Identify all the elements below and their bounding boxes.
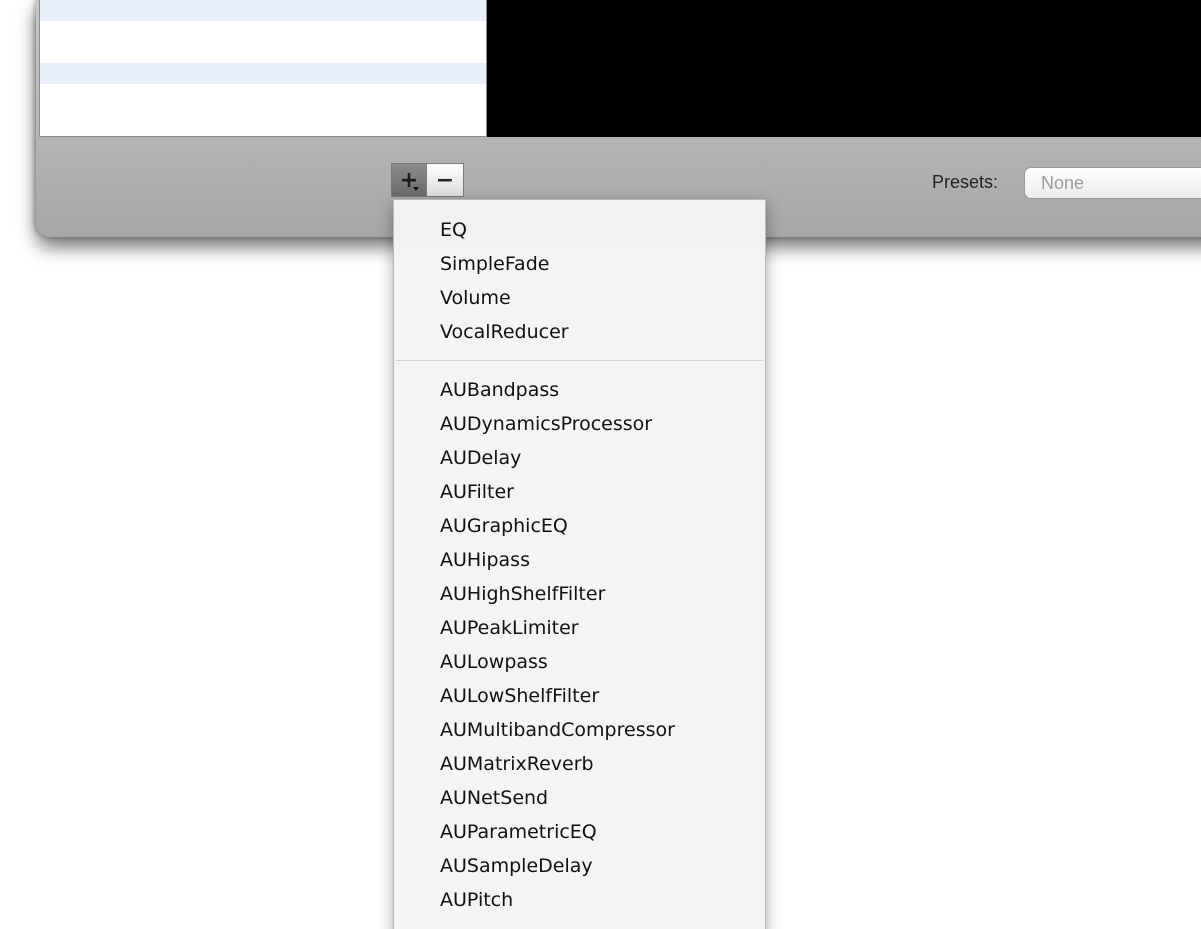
menu-item[interactable]: VocalReducer xyxy=(394,315,765,349)
minus-icon: − xyxy=(435,167,455,193)
menu-item[interactable]: AUPeakLimiter xyxy=(394,611,765,645)
menu-item[interactable]: AUParametricEQ xyxy=(394,815,765,849)
list-row[interactable] xyxy=(40,0,486,21)
list-row[interactable] xyxy=(40,21,486,42)
menu-item[interactable]: SimpleFade xyxy=(394,247,765,281)
menu-item[interactable]: EQ xyxy=(394,213,765,247)
menu-group-audio-units: AUBandpass AUDynamicsProcessor AUDelay A… xyxy=(394,373,765,917)
dropdown-arrow-icon xyxy=(413,187,419,191)
menu-item[interactable]: AUHipass xyxy=(394,543,765,577)
menu-item[interactable]: AUMatrixReverb xyxy=(394,747,765,781)
menu-item[interactable]: AUFilter xyxy=(394,475,765,509)
presets-label: Presets: xyxy=(932,172,999,192)
presets-value: None xyxy=(1041,172,1085,193)
menu-item[interactable]: AULowShelfFilter xyxy=(394,679,765,713)
menu-item[interactable]: AUPitch xyxy=(394,883,765,917)
list-row[interactable] xyxy=(40,42,486,63)
list-row[interactable] xyxy=(40,105,486,126)
menu-item[interactable]: AUMultibandCompressor xyxy=(394,713,765,747)
menu-group-basic: EQ SimpleFade Volume VocalReducer xyxy=(394,213,765,349)
menu-item[interactable]: AUDelay xyxy=(394,441,765,475)
remove-effect-button[interactable]: − xyxy=(427,163,464,197)
menu-item[interactable]: AUHighShelfFilter xyxy=(394,577,765,611)
menu-item[interactable]: Volume xyxy=(394,281,765,315)
menu-item[interactable]: AUNetSend xyxy=(394,781,765,815)
menu-separator xyxy=(396,360,763,361)
presets-select[interactable]: None xyxy=(1024,167,1201,199)
add-effect-button[interactable]: + xyxy=(391,163,427,197)
effect-view-panel xyxy=(487,0,1201,137)
list-row[interactable] xyxy=(40,63,486,84)
menu-item[interactable]: AULowpass xyxy=(394,645,765,679)
add-effect-menu: EQ SimpleFade Volume VocalReducer AUBand… xyxy=(393,199,766,929)
list-row[interactable] xyxy=(40,84,486,105)
add-remove-buttons: + − xyxy=(391,163,464,197)
menu-item[interactable]: AUBandpass xyxy=(394,373,765,407)
menu-item[interactable]: AUGraphicEQ xyxy=(394,509,765,543)
effects-list[interactable] xyxy=(39,0,487,137)
page: + − Presets: None EQ SimpleFade Volume V… xyxy=(0,0,1201,929)
menu-item[interactable]: AUDynamicsProcessor xyxy=(394,407,765,441)
menu-item[interactable]: AUSampleDelay xyxy=(394,849,765,883)
